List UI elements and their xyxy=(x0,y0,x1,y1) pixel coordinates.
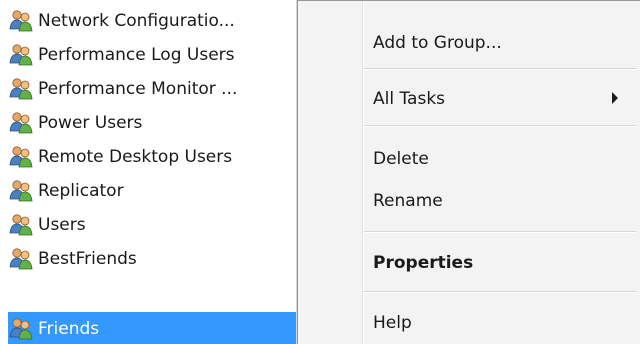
group-label: Performance Log Users xyxy=(38,45,235,65)
menu-item-help[interactable]: Help xyxy=(373,311,412,335)
menu-separator xyxy=(364,125,636,127)
user-group-icon xyxy=(9,180,33,202)
group-label: Performance Monitor ... xyxy=(38,79,238,99)
user-group-icon xyxy=(9,112,33,134)
screen: Network Configuratio... Performance Log … xyxy=(0,0,640,344)
user-group-icon xyxy=(9,10,33,32)
list-item-group[interactable]: Replicator xyxy=(8,174,124,208)
list-item-group[interactable]: Performance Monitor ... xyxy=(8,72,237,106)
list-item-group[interactable]: Remote Desktop Users xyxy=(8,140,232,174)
group-list: Network Configuratio... Performance Log … xyxy=(0,0,308,344)
submenu-arrow-icon xyxy=(612,92,618,104)
menu-item-rename[interactable]: Rename xyxy=(373,189,443,213)
user-group-icon xyxy=(9,78,33,100)
group-label: Network Configuratio... xyxy=(38,11,235,31)
list-item-group[interactable]: Power Users xyxy=(8,106,142,140)
list-item-group[interactable]: BestFriends xyxy=(8,242,137,276)
user-group-icon xyxy=(9,248,33,270)
user-group-icon xyxy=(9,214,33,236)
group-label: Friends xyxy=(38,319,100,339)
list-item-group[interactable]: Network Configuratio... xyxy=(8,4,235,38)
group-label: Remote Desktop Users xyxy=(38,147,233,167)
user-group-icon xyxy=(9,318,33,340)
group-label: Replicator xyxy=(38,181,124,201)
context-menu: Add to Group... All Tasks Delete Rename … xyxy=(297,0,640,344)
menu-separator xyxy=(364,231,636,233)
group-label: Power Users xyxy=(38,113,143,133)
list-item-group[interactable]: Users xyxy=(8,208,86,242)
menu-separator xyxy=(364,68,636,70)
menu-item-all-tasks[interactable]: All Tasks xyxy=(373,87,445,111)
menu-item-delete[interactable]: Delete xyxy=(373,147,429,171)
user-group-icon xyxy=(9,44,33,66)
menu-item-properties[interactable]: Properties xyxy=(373,251,473,275)
user-group-icon xyxy=(9,146,33,168)
group-label: BestFriends xyxy=(38,249,137,269)
list-item-group[interactable]: Performance Log Users xyxy=(8,38,235,72)
menu-item-add-to-group[interactable]: Add to Group... xyxy=(373,31,502,55)
group-label: Users xyxy=(38,215,86,235)
menu-separator xyxy=(364,291,636,293)
list-item-group-selected[interactable]: Friends xyxy=(8,312,308,344)
